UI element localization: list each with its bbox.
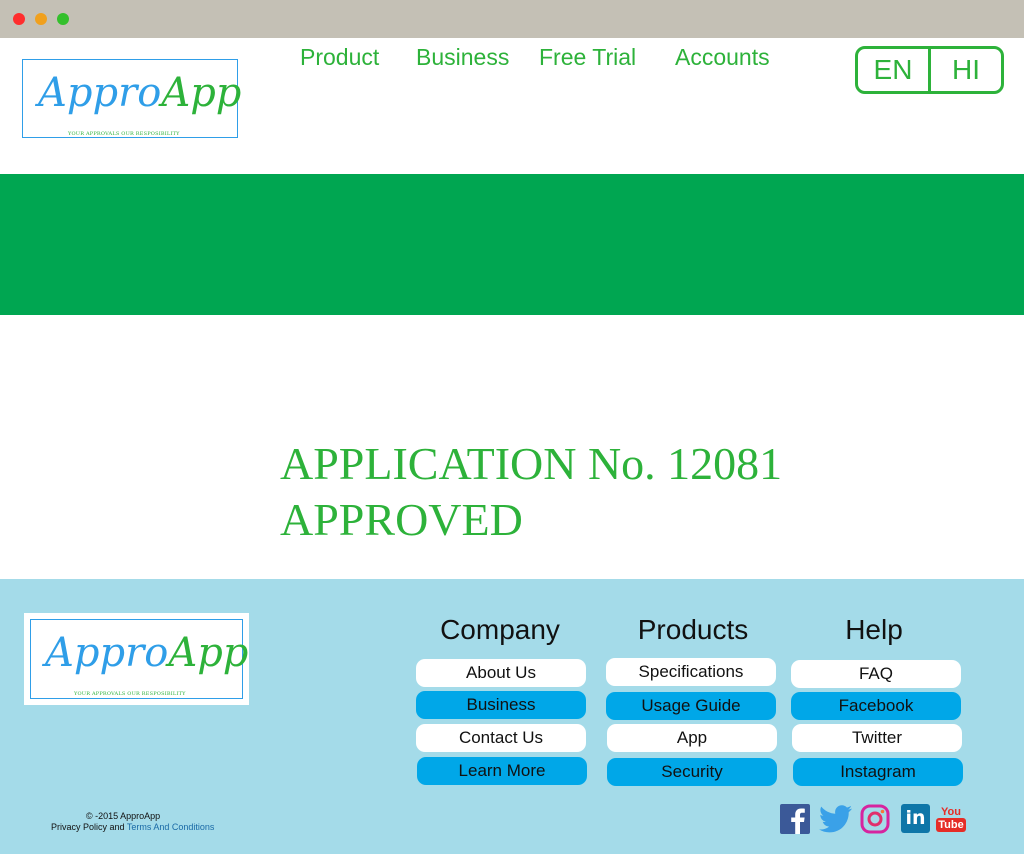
header-logo[interactable]: ApproApp YOUR APPROVALS OUR RESPOSIBILIT… (22, 59, 241, 138)
footer-link-usage-guide[interactable]: Usage Guide (606, 692, 776, 720)
nav-product[interactable]: Product (300, 44, 379, 71)
youtube-icon[interactable]: You Tube (936, 804, 966, 834)
language-hi-button[interactable]: HI (931, 49, 1001, 91)
language-switcher: EN HI (855, 46, 1004, 94)
approval-message: APPLICATION No. 12081 APPROVED (280, 436, 782, 548)
policy-text: Privacy Policy and Terms And Conditions (51, 822, 214, 832)
maximize-window-button[interactable] (57, 13, 69, 25)
logo-tagline: YOUR APPROVALS OUR RESPOSIBILITY (68, 131, 180, 137)
nav-free-trial[interactable]: Free Trial (539, 44, 636, 71)
footer-products-title: Products (637, 614, 749, 645)
window-titlebar (0, 0, 1024, 38)
footer-link-app[interactable]: App (607, 724, 777, 752)
footer-link-instagram[interactable]: Instagram (793, 758, 963, 786)
nav-accounts[interactable]: Accounts (675, 44, 770, 71)
hero-banner (0, 174, 1024, 315)
footer-logo-wordmark-part1: Appro (45, 630, 169, 676)
approval-message-line1: APPLICATION No. 12081 (280, 438, 783, 489)
footer-company-title: Company (440, 614, 560, 645)
footer-link-twitter[interactable]: Twitter (792, 724, 962, 752)
policy-prefix: Privacy Policy and (51, 822, 127, 832)
instagram-icon[interactable] (860, 804, 890, 834)
footer-link-facebook[interactable]: Facebook (791, 692, 961, 720)
logo-wordmark-part2: App (161, 70, 242, 116)
footer-logo[interactable]: ApproApp YOUR APPROVALS OUR RESPOSIBILIT… (24, 613, 249, 705)
footer-help-title: Help (845, 614, 903, 645)
footer-link-security[interactable]: Security (607, 758, 777, 786)
nav-business[interactable]: Business (416, 44, 509, 71)
linkedin-icon-text: in (905, 807, 926, 829)
copyright-text: © -2015 ApproApp (86, 811, 161, 821)
close-window-button[interactable] (13, 13, 25, 25)
footer-link-learn-more[interactable]: Learn More (417, 757, 587, 785)
minimize-window-button[interactable] (35, 13, 47, 25)
footer-logo-wordmark: ApproApp (45, 633, 248, 673)
terms-link[interactable]: Terms And Conditions (127, 822, 215, 832)
logo-wordmark: ApproApp (38, 73, 241, 113)
footer-link-business[interactable]: Business (416, 691, 586, 719)
footer-logo-tagline: YOUR APPROVALS OUR RESPOSIBILITY (74, 691, 186, 697)
youtube-icon-text-bottom: Tube (936, 818, 966, 832)
footer-logo-wordmark-part2: App (168, 630, 249, 676)
footer-link-faq[interactable]: FAQ (791, 660, 961, 688)
twitter-icon[interactable] (819, 804, 853, 834)
youtube-icon-text-top: You (941, 806, 961, 818)
language-en-button[interactable]: EN (858, 49, 928, 91)
linkedin-icon[interactable]: in (901, 804, 930, 833)
approval-message-line2: APPROVED (280, 494, 523, 545)
footer-link-specifications[interactable]: Specifications (606, 658, 776, 686)
logo-wordmark-part1: Appro (38, 70, 162, 116)
footer-link-contact-us[interactable]: Contact Us (416, 724, 586, 752)
facebook-icon[interactable] (780, 804, 810, 834)
footer-link-about-us[interactable]: About Us (416, 659, 586, 687)
